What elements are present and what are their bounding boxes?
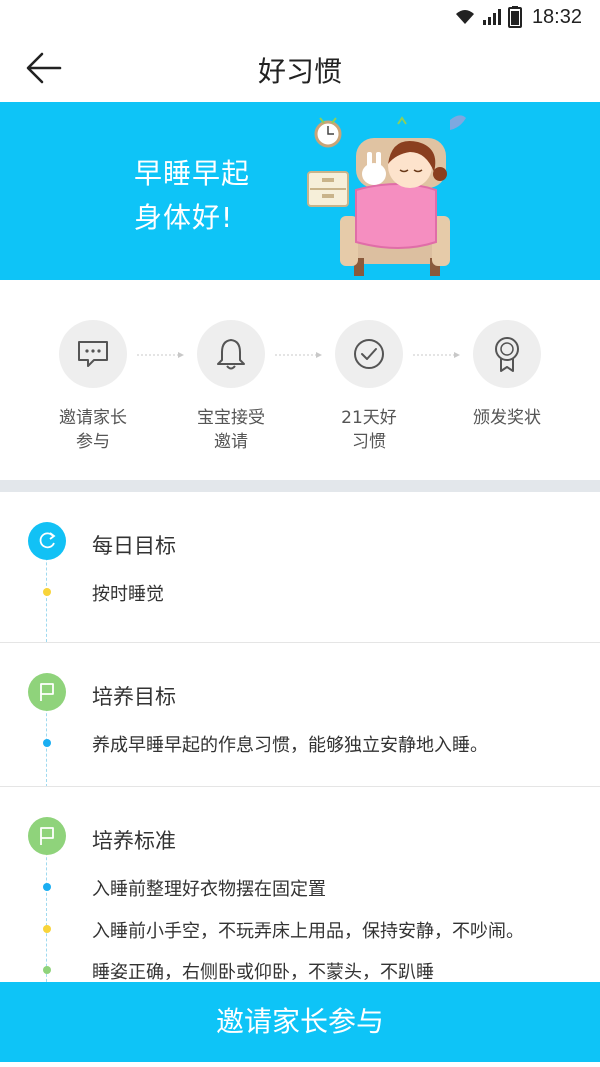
standard-item: 入睡前整理好衣物摆在固定置 [92, 879, 326, 900]
banner: 早睡早起 身体好! [0, 102, 600, 280]
standard-item: 入睡前小手空，不玩弄床上用品，保持安静，不吵闹。 [92, 921, 524, 942]
section-divider [0, 480, 600, 492]
bullet-dot [43, 966, 51, 974]
chat-icon [78, 341, 108, 367]
flag-icon [28, 817, 66, 855]
step-circle [335, 320, 403, 388]
bullet-dot [43, 588, 51, 596]
step-baby-accept: 宝宝接受 邀请 [161, 320, 301, 454]
daily-goal-section: 每日目标 按时睡觉 [0, 492, 600, 642]
status-bar: 18:32 [0, 0, 600, 34]
banner-line-2: 身体好! [134, 201, 234, 234]
cultivate-standard-title: 培养标准 [92, 829, 176, 853]
invite-steps: 邀请家长 参与 宝宝接受 邀请 21天好 习惯 颁发奖状 [0, 280, 600, 480]
page-title: 好习惯 [257, 55, 342, 88]
status-icons: 18:32 [454, 6, 582, 28]
refresh-icon [28, 522, 66, 560]
step-circle [197, 320, 265, 388]
invite-parent-button[interactable]: 邀请家长参与 [0, 982, 600, 1062]
step-circle [473, 320, 541, 388]
sleeping-girl-illustration [307, 115, 466, 276]
daily-goal-item: 按时睡觉 [92, 584, 164, 605]
cultivate-goal-item: 养成早睡早起的作息习惯，能够独立安静地入睡。 [92, 735, 488, 756]
step-21-days: 21天好 习惯 [299, 320, 439, 454]
standard-item: 睡姿正确，右侧卧或仰卧，不蒙头，不趴睡 [92, 962, 434, 983]
step-label: 21天好 习惯 [341, 408, 397, 452]
wifi-icon [455, 10, 474, 24]
battery-icon [507, 6, 522, 28]
timeline-line [46, 837, 47, 987]
daily-goal-title: 每日目标 [92, 534, 176, 558]
bullet-dot [43, 883, 51, 891]
award-icon [495, 337, 519, 372]
step-invite-parent: 邀请家长 参与 [23, 320, 163, 454]
bullet-dot [43, 925, 51, 933]
step-label: 宝宝接受 邀请 [197, 408, 265, 452]
bell-icon [217, 339, 245, 370]
cultivate-goal-title: 培养目标 [92, 685, 176, 709]
signal-icon [482, 9, 501, 25]
step-label: 邀请家长 参与 [59, 408, 127, 452]
step-label: 颁发奖状 [473, 408, 541, 428]
step-award: 颁发奖状 [437, 320, 577, 430]
step-circle [59, 320, 127, 388]
check-icon [354, 339, 384, 369]
flag-icon [28, 673, 66, 711]
bullet-dot [43, 739, 51, 747]
nav-bar: 好习惯 [0, 34, 600, 102]
banner-line-1: 早睡早起 [134, 157, 251, 190]
cultivate-standard-section: 培养标准 入睡前整理好衣物摆在固定置 入睡前小手空，不玩弄床上用品，保持安静，不… [0, 786, 600, 987]
status-time: 18:32 [531, 5, 582, 28]
cultivate-goal-section: 培养目标 养成早睡早起的作息习惯，能够独立安静地入睡。 [0, 642, 600, 787]
